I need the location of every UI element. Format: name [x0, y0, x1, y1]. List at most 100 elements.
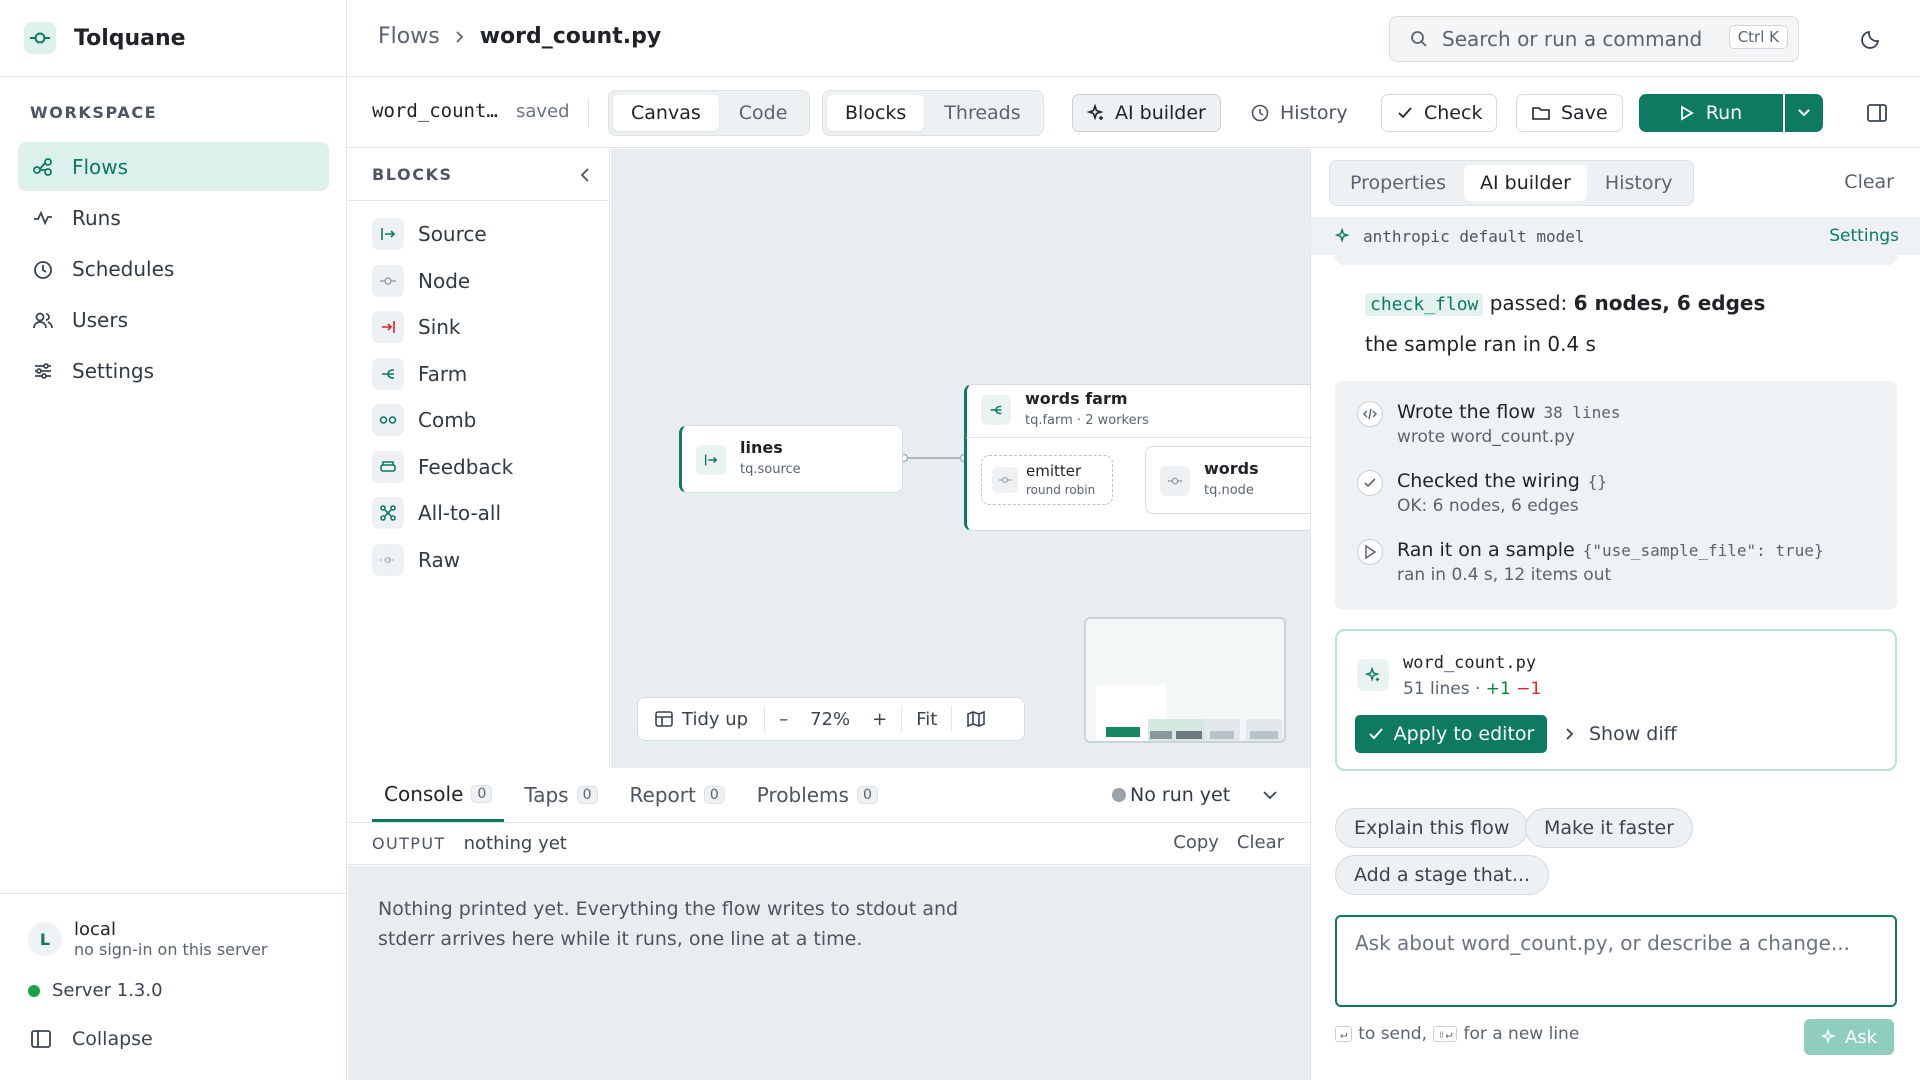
chevron-down-icon [1797, 108, 1811, 118]
node-lines[interactable]: lines tq.source [679, 425, 903, 493]
search-icon [1410, 30, 1428, 48]
tab-blocks[interactable]: Blocks [827, 95, 925, 131]
tab-threads[interactable]: Threads [926, 95, 1038, 131]
breadcrumb-root[interactable]: Flows [378, 24, 440, 49]
sidebar-item-users[interactable]: Users [18, 295, 329, 344]
users-icon [32, 309, 54, 331]
copy-button[interactable]: Copy [1173, 832, 1219, 853]
divider [966, 437, 1310, 438]
sliders-icon [32, 360, 54, 382]
model-settings-link[interactable]: Settings [1829, 226, 1899, 246]
farm-icon [372, 357, 404, 390]
sink-icon [372, 311, 404, 344]
show-diff-button[interactable]: Show diff [1565, 723, 1677, 745]
tab-count: 0 [856, 786, 878, 804]
zoom-in-button[interactable]: + [858, 709, 901, 730]
block-feedback[interactable]: Feedback [372, 444, 609, 491]
sidebar-item-label: Settings [72, 358, 155, 383]
tab-label: Report [629, 783, 696, 807]
tab-taps[interactable]: Taps 0 [512, 768, 609, 822]
sidebar: Tolquane WORKSPACE Flows Runs Schedules … [0, 0, 347, 1080]
check-icon [1396, 104, 1414, 122]
sidebar-item-label: Users [72, 307, 129, 332]
clear-button[interactable]: Clear [1237, 832, 1284, 853]
apply-to-editor-button[interactable]: Apply to editor [1355, 715, 1547, 753]
step-subtitle: ran in 0.4 s, 12 items out [1397, 565, 1612, 585]
check-button[interactable]: Check [1381, 94, 1498, 132]
user-info[interactable]: L local no sign-in on this server [28, 919, 267, 959]
collapse-blocks-button[interactable] [579, 167, 591, 183]
block-raw[interactable]: Raw [372, 537, 609, 584]
block-farm[interactable]: Farm [372, 351, 609, 398]
panel-toggle-button[interactable] [1866, 103, 1888, 123]
sidebar-collapse-icon [30, 1028, 52, 1050]
app: Tolquane WORKSPACE Flows Runs Schedules … [0, 0, 1920, 1080]
tab-label: Console [384, 781, 464, 806]
zoom-level: 72% [810, 708, 851, 730]
search-input[interactable]: Search or run a command Ctrl K [1389, 16, 1799, 62]
panel-tabs: Properties AI builder History [1329, 160, 1694, 206]
run-options-button[interactable] [1785, 94, 1823, 132]
node-subtitle: tq.source [740, 462, 801, 477]
tab-count: 0 [471, 784, 493, 803]
sidebar-item-runs[interactable]: Runs [18, 193, 329, 242]
minimap[interactable] [1084, 617, 1286, 743]
run-status-select[interactable]: No run yet [1112, 784, 1278, 806]
search-shortcut: Ctrl K [1728, 25, 1788, 49]
collapse-button[interactable]: Collapse [30, 1028, 153, 1050]
clear-chat-button[interactable]: Clear [1844, 171, 1894, 193]
block-sink[interactable]: Sink [372, 304, 609, 351]
brand[interactable]: Tolquane [0, 0, 347, 77]
suggestion-add-stage[interactable]: Add a stage that... [1335, 855, 1549, 895]
tab-report[interactable]: Report 0 [618, 768, 737, 822]
tab-canvas[interactable]: Canvas [613, 95, 719, 131]
output-value: nothing yet [463, 833, 567, 854]
ask-button[interactable]: Ask [1804, 1019, 1894, 1055]
node-subtitle: round robin [1026, 483, 1096, 497]
block-source[interactable]: Source [372, 211, 609, 258]
sidebar-item-label: Flows [72, 154, 129, 179]
lines-added: +1 [1485, 679, 1511, 699]
theme-toggle[interactable] [1860, 28, 1882, 50]
tab-properties[interactable]: Properties [1334, 165, 1462, 201]
source-icon [696, 445, 726, 475]
block-node[interactable]: Node [372, 258, 609, 305]
suggestion-explain[interactable]: Explain this flow [1335, 808, 1529, 848]
save-button[interactable]: Save [1516, 94, 1623, 132]
user-name: local [74, 919, 116, 940]
workspace-label: WORKSPACE [30, 103, 158, 122]
step-title: Wrote the flow 38 lines [1397, 401, 1621, 423]
sidebar-item-flows[interactable]: Flows [18, 142, 329, 191]
proposed-file-stats: 51 lines · +1 −1 [1403, 679, 1542, 699]
tidy-up-button[interactable]: Tidy up [638, 709, 764, 730]
tab-ai-builder[interactable]: AI builder [1464, 165, 1587, 201]
ai-builder-button[interactable]: AI builder [1072, 94, 1221, 132]
minimap-toggle-button[interactable] [952, 710, 1000, 728]
enter-key-icon: ↵ [1335, 1026, 1353, 1042]
zoom-out-button[interactable]: – [765, 709, 802, 730]
history-button[interactable]: History [1236, 94, 1362, 132]
block-comb[interactable]: Comb [372, 397, 609, 444]
run-button[interactable]: Run [1639, 94, 1783, 132]
passed-text: passed: [1489, 291, 1568, 315]
ask-input[interactable]: Ask about word_count.py, or describe a c… [1335, 915, 1897, 1007]
fit-button[interactable]: Fit [902, 709, 951, 730]
node-words[interactable]: words tq.node [1145, 446, 1310, 514]
block-all-to-all[interactable]: All-to-all [372, 490, 609, 537]
code-icon [1357, 401, 1383, 427]
tab-history[interactable]: History [1589, 165, 1689, 201]
server-status: Server 1.3.0 [28, 980, 163, 1001]
blocks-title: BLOCKS [372, 165, 453, 184]
tab-console[interactable]: Console 0 [372, 768, 505, 822]
tab-code[interactable]: Code [721, 95, 806, 131]
flow-canvas[interactable]: lines tq.source words farm tq.farm · 2 w… [611, 149, 1310, 768]
suggestion-faster[interactable]: Make it faster [1525, 808, 1694, 848]
sidebar-item-schedules[interactable]: Schedules [18, 244, 329, 293]
minimap-preview [1096, 685, 1282, 741]
node-emitter[interactable]: emitter round robin [981, 455, 1113, 505]
check-icon [1357, 470, 1383, 496]
step-subtitle: OK: 6 nodes, 6 edges [1397, 496, 1579, 516]
tab-problems[interactable]: Problems 0 [745, 768, 890, 822]
sidebar-footer: L local no sign-in on this server Server… [0, 893, 347, 1080]
sidebar-item-settings[interactable]: Settings [18, 346, 329, 395]
